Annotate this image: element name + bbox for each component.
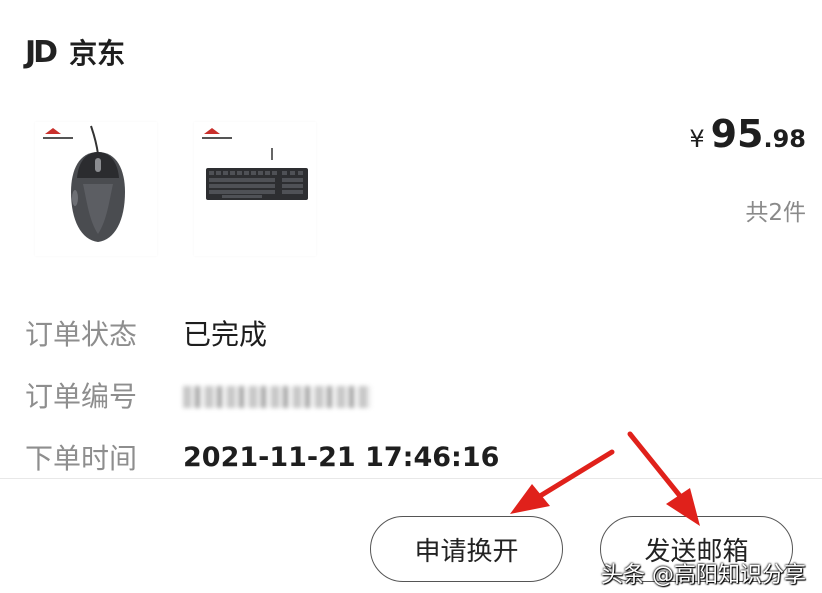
brand-logo-icon (202, 128, 232, 139)
currency-symbol: ¥ (689, 125, 705, 153)
store-name: 京东 (69, 37, 126, 70)
order-price: ¥ 95 .98 (689, 112, 806, 156)
price-decimal: .98 (763, 125, 806, 153)
keyboard-image (202, 128, 308, 200)
brand-logo-icon (43, 128, 73, 139)
arrow-to-email-icon (627, 431, 700, 526)
order-status-row: 订单状态 已完成 (25, 313, 267, 353)
product-thumb-mouse[interactable] (35, 122, 157, 256)
annotation-arrows (510, 431, 700, 526)
item-count: 共2件 (745, 200, 806, 226)
order-number-row: 订单编号 (25, 375, 371, 415)
store-header[interactable]: JD 京东 (25, 32, 125, 72)
watermark: 头条 @高阳知识分享 (601, 563, 806, 588)
arrow-to-exchange-icon (510, 449, 615, 514)
mouse-image (43, 125, 125, 242)
order-number-value-redacted (183, 386, 371, 408)
order-status-label: 订单状态 (25, 318, 138, 351)
price-integer: 95 (710, 112, 764, 156)
order-time-label: 下单时间 (25, 442, 138, 475)
order-status-value: 已完成 (183, 318, 268, 351)
product-thumb-keyboard[interactable] (194, 122, 316, 256)
order-time-row: 下单时间 2021-11-21 17:46:16 (25, 437, 499, 477)
order-number-label: 订单编号 (25, 380, 138, 413)
order-time-value: 2021-11-21 17:46:16 (183, 441, 500, 473)
divider (0, 478, 822, 479)
jd-logo: JD (25, 34, 58, 70)
apply-exchange-button[interactable]: 申请换开 (370, 516, 563, 582)
